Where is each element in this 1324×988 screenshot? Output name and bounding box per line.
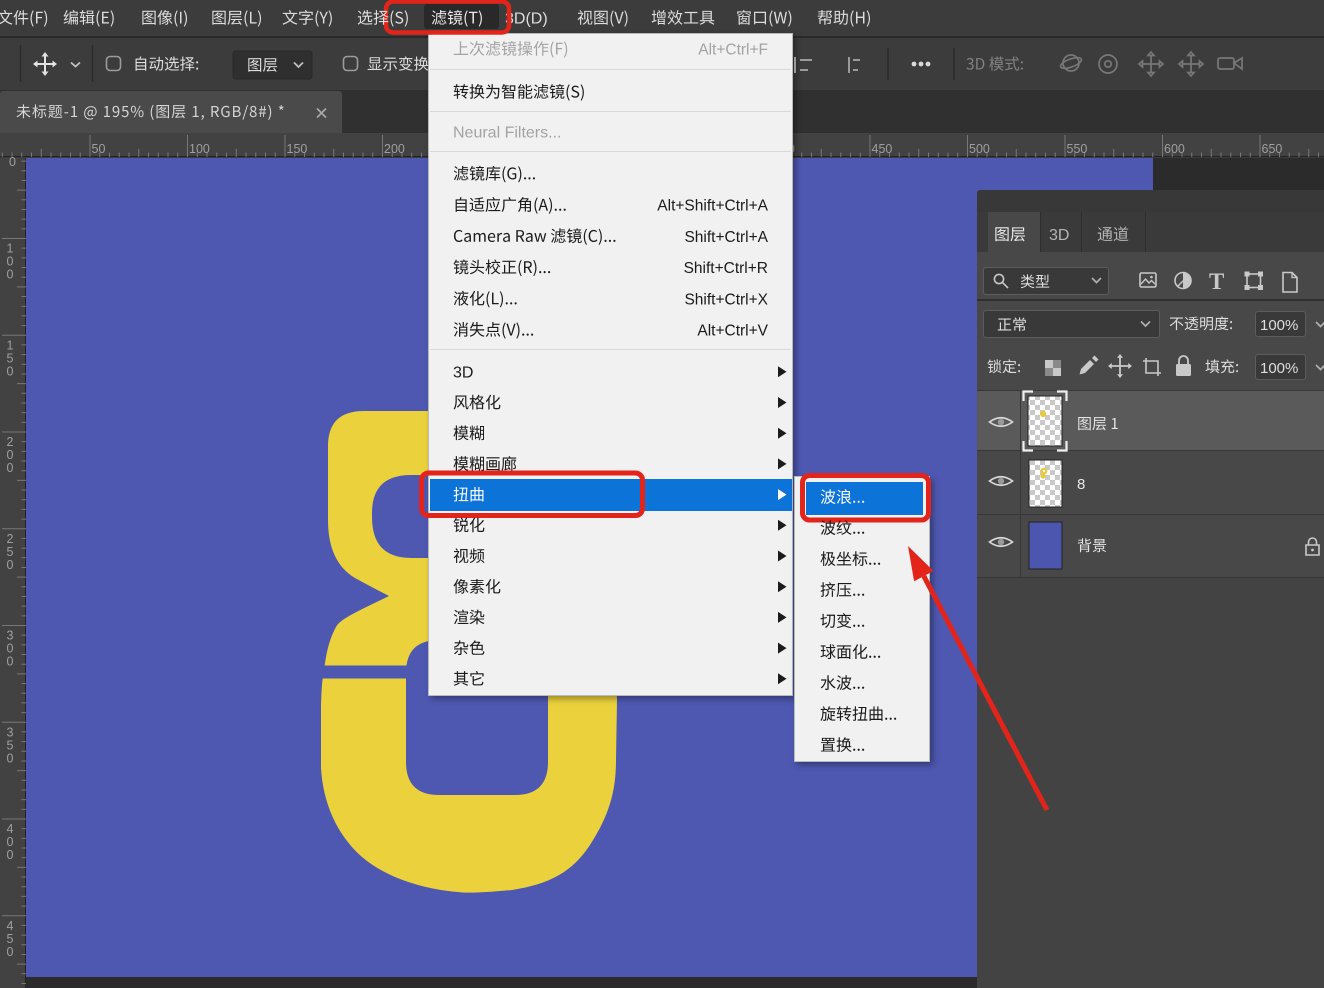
svg-text:Shift+Ctrl+R: Shift+Ctrl+R xyxy=(684,260,768,277)
svg-text:Shift+Ctrl+A: Shift+Ctrl+A xyxy=(684,229,768,246)
svg-text:Neural Filters...: Neural Filters... xyxy=(453,125,561,142)
svg-text:100%: 100% xyxy=(1260,360,1298,377)
svg-text:3D: 3D xyxy=(453,365,473,382)
svg-text:3D: 3D xyxy=(1049,227,1069,244)
svg-text:8: 8 xyxy=(1077,476,1085,493)
svg-text:Alt+Ctrl+F: Alt+Ctrl+F xyxy=(698,42,768,59)
svg-text:100%: 100% xyxy=(1260,317,1298,334)
svg-text:Alt+Ctrl+V: Alt+Ctrl+V xyxy=(697,323,768,340)
svg-text:Alt+Shift+Ctrl+A: Alt+Shift+Ctrl+A xyxy=(657,198,768,215)
svg-text:T: T xyxy=(1209,269,1224,294)
svg-text:3D(D): 3D(D) xyxy=(505,11,548,28)
svg-text:Shift+Ctrl+X: Shift+Ctrl+X xyxy=(684,291,768,308)
